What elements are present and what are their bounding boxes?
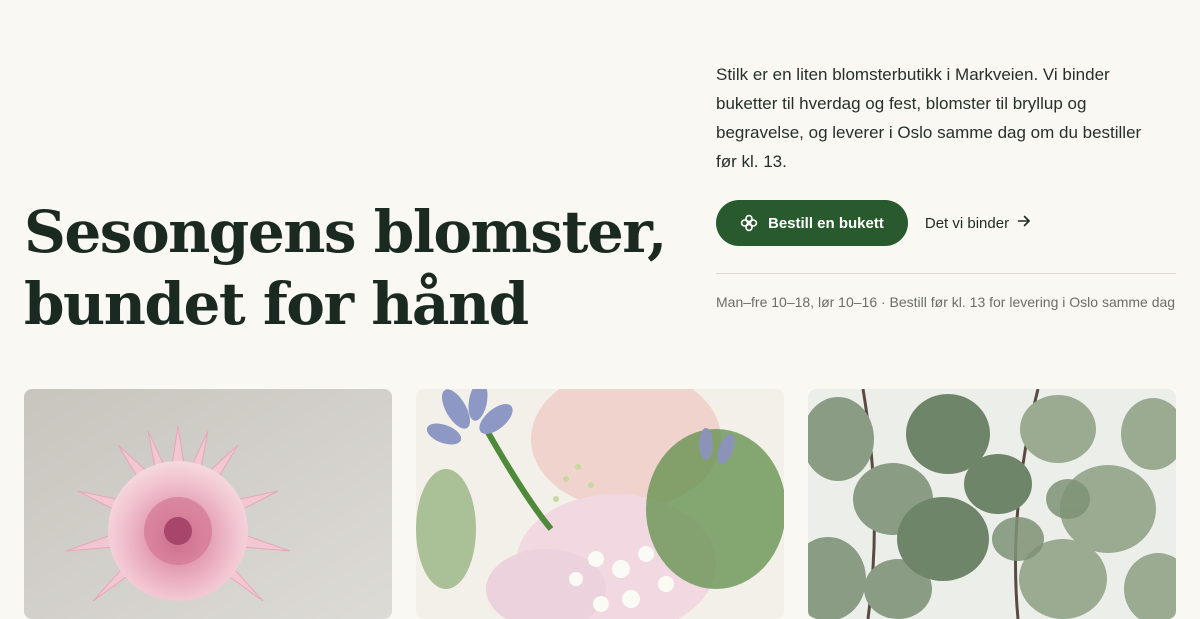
what-we-bind-link[interactable]: Det vi binder — [925, 214, 1031, 232]
eucalyptus-photo[interactable] — [808, 389, 1176, 619]
intro-text: Stilk er en liten blomsterbutikk i Markv… — [716, 65, 1142, 171]
hero-title-line-2: bundet for hånd — [24, 270, 529, 338]
hero-title-line-1: Sesongens blomster, — [24, 198, 667, 266]
arrow-right-icon — [1017, 214, 1031, 232]
opening-hours-text: Man–fre 10–18, lør 10–16 · Bestill før k… — [716, 294, 1176, 310]
hero-title: Sesongens blomster, bundet for hånd — [24, 196, 667, 340]
bouquet-photo[interactable] — [416, 389, 784, 619]
dahlia-photo[interactable] — [24, 389, 392, 619]
order-bouquet-label: Bestill en bukett — [768, 214, 884, 232]
order-bouquet-button[interactable]: Bestill en bukett — [716, 200, 908, 246]
divider — [716, 273, 1176, 274]
cta-row: Bestill en bukett Det vi binder — [716, 200, 1031, 246]
flower-icon — [740, 214, 758, 232]
what-we-bind-label: Det vi binder — [924, 214, 1010, 232]
